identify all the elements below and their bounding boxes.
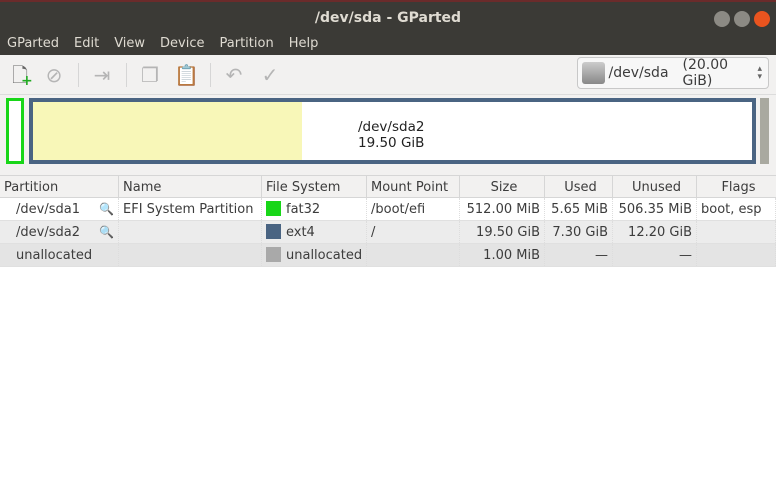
menu-partition[interactable]: Partition: [220, 34, 274, 55]
size-cell: 1.00 MiB: [460, 244, 545, 266]
flags-cell: boot, esp: [697, 198, 776, 220]
col-used[interactable]: Used: [545, 176, 613, 197]
separator: [78, 63, 79, 87]
col-flags[interactable]: Flags: [697, 176, 776, 197]
toolbar: 🗋 + ⊘ ⇥ ❐ 📋 ↶ ✓ /dev/sda (20.00 GiB) ▴ ▾: [0, 55, 776, 95]
flags-cell: [697, 221, 776, 243]
name-cell: EFI System Partition: [119, 198, 262, 220]
menu-view[interactable]: View: [114, 34, 145, 55]
unused-cell: 506.35 MiB: [613, 198, 697, 220]
partition-size: 19.50 GiB: [358, 135, 425, 151]
col-size[interactable]: Size: [460, 176, 545, 197]
partition-cell: /dev/sda2: [16, 225, 80, 240]
fs-cell: unallocated: [286, 248, 363, 263]
col-name[interactable]: Name: [119, 176, 262, 197]
partition-cell: unallocated: [16, 248, 93, 263]
menu-device[interactable]: Device: [160, 34, 204, 55]
table-header: Partition Name File System Mount Point S…: [0, 175, 776, 198]
resize-move-icon[interactable]: ⇥: [90, 63, 114, 87]
close-button[interactable]: [754, 11, 770, 27]
new-partition-icon[interactable]: 🗋 +: [8, 63, 33, 89]
partition-block-sda2[interactable]: /dev/sda2 19.50 GiB: [29, 98, 756, 164]
undo-icon[interactable]: ↶: [222, 63, 246, 87]
spinner-arrows-icon: ▴ ▾: [757, 64, 762, 82]
menu-bar: GParted Edit View Device Partition Help: [0, 34, 776, 55]
fat32-swatch-icon: [266, 201, 281, 216]
unused-cell: —: [613, 244, 697, 266]
menu-help[interactable]: Help: [289, 34, 319, 55]
mount-cell: [367, 244, 460, 266]
device-selector[interactable]: /dev/sda (20.00 GiB) ▴ ▾: [577, 57, 769, 89]
mount-cell: /: [367, 221, 460, 243]
device-name: /dev/sda: [608, 65, 669, 81]
size-cell: 512.00 MiB: [460, 198, 545, 220]
partition-cell: /dev/sda1: [16, 202, 80, 217]
mount-cell: /boot/efi: [367, 198, 460, 220]
title-bar: /dev/sda - GParted: [0, 0, 776, 34]
menu-gparted[interactable]: GParted: [7, 34, 59, 55]
delete-icon[interactable]: ⊘: [42, 63, 66, 87]
used-space-fill: [33, 102, 302, 160]
window-title: /dev/sda - GParted: [314, 10, 462, 26]
apply-icon[interactable]: ✓: [258, 63, 282, 87]
paste-icon[interactable]: 📋: [174, 63, 199, 87]
fs-cell: ext4: [286, 225, 315, 240]
device-size: (20.00 GiB): [682, 57, 729, 89]
name-cell: [119, 221, 262, 243]
used-cell: 7.30 GiB: [545, 221, 613, 243]
col-partition[interactable]: Partition: [0, 176, 119, 197]
size-cell: 19.50 GiB: [460, 221, 545, 243]
partition-table: Partition Name File System Mount Point S…: [0, 175, 776, 267]
table-row[interactable]: /dev/sda1 🔍 EFI System Partition fat32 /b…: [0, 198, 776, 221]
partition-block-unallocated[interactable]: [760, 98, 769, 164]
disk-map: /dev/sda2 19.50 GiB: [0, 95, 776, 175]
fs-cell: fat32: [286, 202, 321, 217]
copy-icon[interactable]: ❐: [138, 63, 162, 87]
col-filesystem[interactable]: File System: [262, 176, 367, 197]
maximize-button[interactable]: [734, 11, 750, 27]
partition-label: /dev/sda2: [358, 119, 425, 135]
table-row[interactable]: /dev/sda2 🔍 ext4 / 19.50 GiB 7.30 GiB 12.…: [0, 221, 776, 244]
ext4-swatch-icon: [266, 224, 281, 239]
unused-cell: 12.20 GiB: [613, 221, 697, 243]
menu-edit[interactable]: Edit: [74, 34, 99, 55]
unallocated-swatch-icon: [266, 247, 281, 262]
minimize-button[interactable]: [714, 11, 730, 27]
separator: [126, 63, 127, 87]
used-cell: —: [545, 244, 613, 266]
partition-block-sda1[interactable]: [6, 98, 24, 164]
separator: [210, 63, 211, 87]
key-icon: 🔍: [99, 202, 114, 216]
key-icon: 🔍: [99, 225, 114, 239]
used-cell: 5.65 MiB: [545, 198, 613, 220]
table-row[interactable]: unallocated unallocated 1.00 MiB — —: [0, 244, 776, 267]
flags-cell: [697, 244, 776, 266]
col-unused[interactable]: Unused: [613, 176, 697, 197]
col-mount[interactable]: Mount Point: [367, 176, 460, 197]
hard-disk-icon: [582, 62, 605, 84]
name-cell: [119, 244, 262, 266]
